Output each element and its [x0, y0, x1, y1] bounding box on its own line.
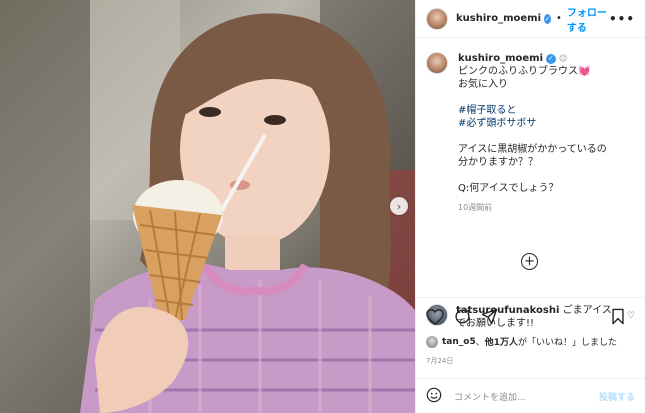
plus-circle-icon[interactable]: + — [521, 253, 538, 270]
caption-line: ピンクのふりふりブラウス💓 — [458, 66, 591, 77]
liker-username[interactable]: tan_o5 — [442, 337, 476, 347]
share-icon[interactable] — [481, 308, 498, 325]
hashtag-link[interactable]: #帽子取ると — [458, 104, 607, 117]
caption-line: アイスに黒胡椒がかかっているの — [458, 144, 607, 155]
action-bar — [416, 297, 645, 335]
add-comment-bar: コメントを追加... 投稿する — [416, 378, 645, 413]
liker-avatar[interactable] — [426, 335, 438, 348]
post-header: kushiro_moemi ✓ • フォローする ••• — [416, 0, 645, 38]
caption-line: お気に入り — [458, 79, 508, 90]
likes-separator: 、 — [475, 338, 485, 348]
post-side-panel: kushiro_moemi ✓ • フォローする ••• kushiro_moe… — [415, 0, 645, 413]
likes-suffix: が「いいね！」しました — [518, 338, 618, 348]
caption-body: kushiro_moemi ✓ ☺ ピンクのふりふりブラウス💓 お気に入り #帽… — [458, 52, 607, 214]
caption-line: 分かりますか？？ — [458, 157, 538, 168]
post-photo[interactable]: › — [0, 0, 415, 413]
header-avatar[interactable] — [426, 7, 448, 30]
caption-username[interactable]: kushiro_moemi — [458, 52, 543, 65]
hashtag-link[interactable]: #必ず頭ボサボサ — [458, 117, 607, 130]
caption-header: kushiro_moemi ✓ ☺ — [458, 52, 607, 65]
caption-line: Q:何アイスでしょう？ — [458, 183, 559, 194]
header-username[interactable]: kushiro_moemi — [456, 13, 541, 24]
emoji-icon[interactable] — [426, 387, 442, 406]
likes-count[interactable]: 他1万人 — [485, 335, 518, 348]
caption: kushiro_moemi ✓ ☺ ピンクのふりふりブラウス💓 お気に入り #帽… — [426, 52, 635, 214]
likes-summary: tan_o5 、 他1万人 が「いいね！」しました — [426, 335, 617, 348]
bookmark-icon[interactable] — [611, 308, 625, 325]
separator-dot: • — [556, 13, 562, 24]
follow-button[interactable]: フォローする — [567, 4, 609, 34]
caption-time[interactable]: 10週間前 — [458, 201, 607, 214]
comment-icon[interactable] — [454, 308, 471, 325]
post-comment-button[interactable]: 投稿する — [599, 390, 635, 403]
instagram-post-modal: › kushiro_moemi ✓ • フォローする ••• kushiro_m… — [0, 0, 645, 413]
heart-icon[interactable] — [426, 308, 444, 325]
verified-badge-icon: ✓ — [544, 13, 552, 24]
verified-badge-icon: ✓ — [546, 53, 556, 64]
comment-input[interactable]: コメントを追加... — [454, 390, 599, 403]
next-arrow-icon[interactable]: › — [390, 197, 408, 215]
caption-avatar[interactable] — [426, 52, 448, 74]
photo-illustration — [0, 0, 415, 413]
more-options-icon[interactable]: ••• — [609, 12, 635, 26]
post-date[interactable]: 7月24日 — [426, 356, 453, 366]
emoji-icon: ☺ — [559, 54, 568, 63]
